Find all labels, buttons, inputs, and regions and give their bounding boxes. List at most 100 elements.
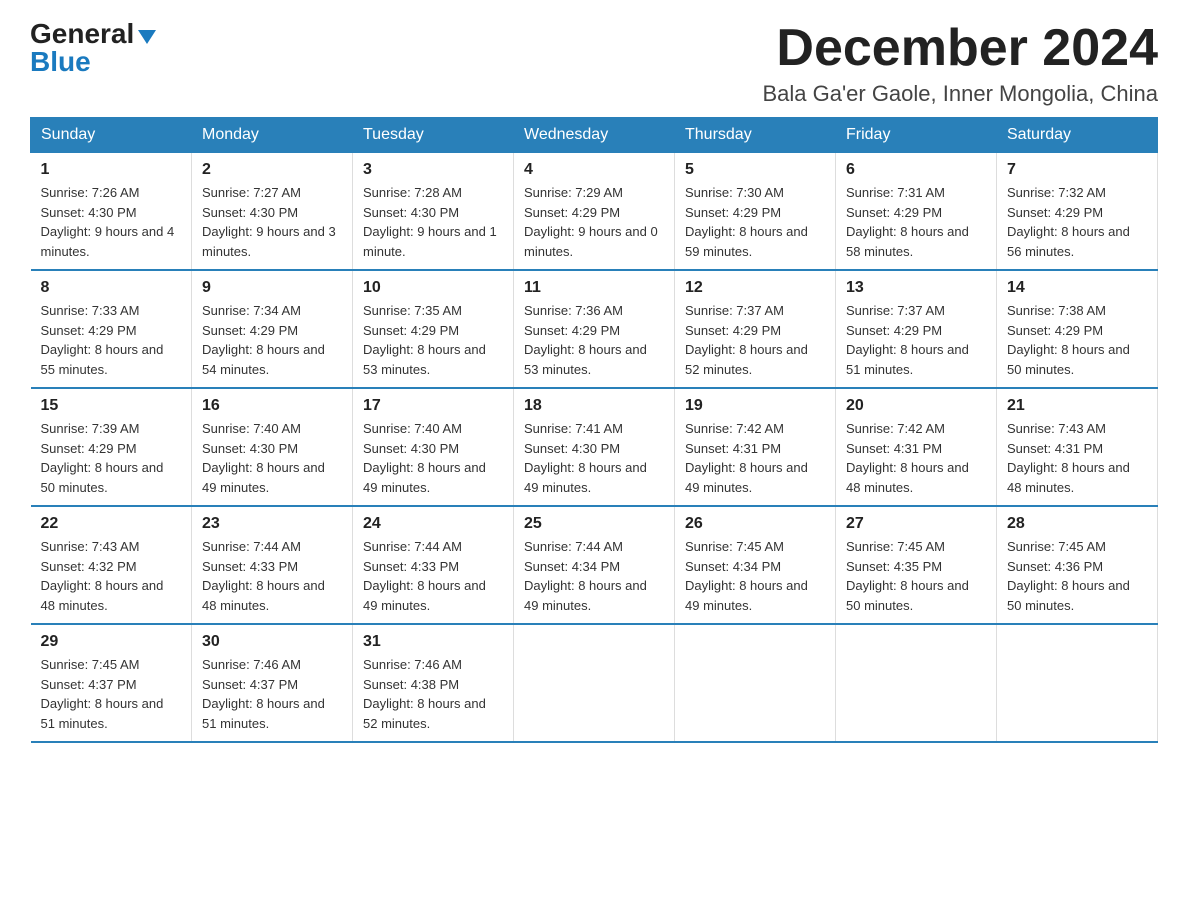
- day-number: 17: [363, 397, 503, 415]
- day-info: Sunrise: 7:37 AMSunset: 4:29 PMDaylight:…: [846, 303, 969, 377]
- day-info: Sunrise: 7:35 AMSunset: 4:29 PMDaylight:…: [363, 303, 486, 377]
- calendar-cell: 20 Sunrise: 7:42 AMSunset: 4:31 PMDayligh…: [836, 388, 997, 506]
- calendar-cell: 26 Sunrise: 7:45 AMSunset: 4:34 PMDayligh…: [675, 506, 836, 624]
- calendar-cell: 3 Sunrise: 7:28 AMSunset: 4:30 PMDaylight…: [353, 153, 514, 271]
- calendar-week-row: 22 Sunrise: 7:43 AMSunset: 4:32 PMDayligh…: [31, 506, 1158, 624]
- calendar-cell: 14 Sunrise: 7:38 AMSunset: 4:29 PMDayligh…: [997, 270, 1158, 388]
- day-number: 2: [202, 161, 342, 179]
- col-saturday: Saturday: [997, 118, 1158, 153]
- calendar-table: Sunday Monday Tuesday Wednesday Thursday…: [30, 117, 1158, 743]
- calendar-cell: 1Sunrise: 7:26 AMSunset: 4:30 PMDaylight…: [31, 153, 192, 271]
- day-info: Sunrise: 7:45 AMSunset: 4:34 PMDaylight:…: [685, 539, 808, 613]
- day-info: Sunrise: 7:44 AMSunset: 4:34 PMDaylight:…: [524, 539, 647, 613]
- day-info: Sunrise: 7:29 AMSunset: 4:29 PMDaylight:…: [524, 185, 658, 259]
- day-number: 21: [1007, 397, 1147, 415]
- day-number: 18: [524, 397, 664, 415]
- logo: General Blue: [30, 20, 156, 76]
- calendar-cell: 16Sunrise: 7:40 AMSunset: 4:30 PMDayligh…: [192, 388, 353, 506]
- day-number: 14: [1007, 279, 1147, 297]
- calendar-cell: 15 Sunrise: 7:39 AMSunset: 4:29 PMDayligh…: [31, 388, 192, 506]
- logo-triangle-icon: [138, 30, 156, 44]
- day-info: Sunrise: 7:44 AMSunset: 4:33 PMDaylight:…: [202, 539, 325, 613]
- day-info: Sunrise: 7:39 AMSunset: 4:29 PMDaylight:…: [41, 421, 164, 495]
- calendar-cell: 7Sunrise: 7:32 AMSunset: 4:29 PMDaylight…: [997, 153, 1158, 271]
- calendar-body: 1Sunrise: 7:26 AMSunset: 4:30 PMDaylight…: [31, 153, 1158, 743]
- location-subtitle: Bala Ga'er Gaole, Inner Mongolia, China: [762, 81, 1158, 107]
- calendar-cell: 28 Sunrise: 7:45 AMSunset: 4:36 PMDayligh…: [997, 506, 1158, 624]
- day-info: Sunrise: 7:38 AMSunset: 4:29 PMDaylight:…: [1007, 303, 1130, 377]
- calendar-cell: [514, 624, 675, 742]
- calendar-cell: 23 Sunrise: 7:44 AMSunset: 4:33 PMDayligh…: [192, 506, 353, 624]
- day-info: Sunrise: 7:31 AMSunset: 4:29 PMDaylight:…: [846, 185, 969, 259]
- day-number: 10: [363, 279, 503, 297]
- day-number: 26: [685, 515, 825, 533]
- calendar-header: Sunday Monday Tuesday Wednesday Thursday…: [31, 118, 1158, 153]
- day-info: Sunrise: 7:37 AMSunset: 4:29 PMDaylight:…: [685, 303, 808, 377]
- calendar-cell: 24 Sunrise: 7:44 AMSunset: 4:33 PMDayligh…: [353, 506, 514, 624]
- day-info: Sunrise: 7:40 AMSunset: 4:30 PMDaylight:…: [363, 421, 486, 495]
- day-number: 30: [202, 633, 342, 651]
- calendar-cell: 12 Sunrise: 7:37 AMSunset: 4:29 PMDayligh…: [675, 270, 836, 388]
- col-friday: Friday: [836, 118, 997, 153]
- day-info: Sunrise: 7:45 AMSunset: 4:37 PMDaylight:…: [41, 657, 164, 731]
- day-info: Sunrise: 7:43 AMSunset: 4:32 PMDaylight:…: [41, 539, 164, 613]
- day-info: Sunrise: 7:33 AMSunset: 4:29 PMDaylight:…: [41, 303, 164, 377]
- day-number: 6: [846, 161, 986, 179]
- day-number: 29: [41, 633, 182, 651]
- calendar-week-row: 8Sunrise: 7:33 AMSunset: 4:29 PMDaylight…: [31, 270, 1158, 388]
- day-info: Sunrise: 7:36 AMSunset: 4:29 PMDaylight:…: [524, 303, 647, 377]
- col-tuesday: Tuesday: [353, 118, 514, 153]
- calendar-cell: [675, 624, 836, 742]
- day-number: 13: [846, 279, 986, 297]
- day-info: Sunrise: 7:44 AMSunset: 4:33 PMDaylight:…: [363, 539, 486, 613]
- day-number: 4: [524, 161, 664, 179]
- day-info: Sunrise: 7:42 AMSunset: 4:31 PMDaylight:…: [846, 421, 969, 495]
- header-row: Sunday Monday Tuesday Wednesday Thursday…: [31, 118, 1158, 153]
- day-info: Sunrise: 7:43 AMSunset: 4:31 PMDaylight:…: [1007, 421, 1130, 495]
- calendar-cell: 22 Sunrise: 7:43 AMSunset: 4:32 PMDayligh…: [31, 506, 192, 624]
- calendar-cell: 29 Sunrise: 7:45 AMSunset: 4:37 PMDayligh…: [31, 624, 192, 742]
- day-number: 1: [41, 161, 182, 179]
- month-title: December 2024: [762, 20, 1158, 77]
- col-monday: Monday: [192, 118, 353, 153]
- day-number: 25: [524, 515, 664, 533]
- calendar-week-row: 15 Sunrise: 7:39 AMSunset: 4:29 PMDayligh…: [31, 388, 1158, 506]
- day-info: Sunrise: 7:42 AMSunset: 4:31 PMDaylight:…: [685, 421, 808, 495]
- calendar-cell: 11Sunrise: 7:36 AMSunset: 4:29 PMDayligh…: [514, 270, 675, 388]
- day-number: 12: [685, 279, 825, 297]
- calendar-cell: 9Sunrise: 7:34 AMSunset: 4:29 PMDaylight…: [192, 270, 353, 388]
- day-info: Sunrise: 7:45 AMSunset: 4:35 PMDaylight:…: [846, 539, 969, 613]
- day-number: 23: [202, 515, 342, 533]
- day-number: 27: [846, 515, 986, 533]
- calendar-cell: 18Sunrise: 7:41 AMSunset: 4:30 PMDayligh…: [514, 388, 675, 506]
- calendar-cell: 27 Sunrise: 7:45 AMSunset: 4:35 PMDayligh…: [836, 506, 997, 624]
- day-info: Sunrise: 7:34 AMSunset: 4:29 PMDaylight:…: [202, 303, 325, 377]
- calendar-cell: 10 Sunrise: 7:35 AMSunset: 4:29 PMDayligh…: [353, 270, 514, 388]
- day-info: Sunrise: 7:27 AMSunset: 4:30 PMDaylight:…: [202, 185, 336, 259]
- calendar-cell: [997, 624, 1158, 742]
- col-sunday: Sunday: [31, 118, 192, 153]
- day-number: 22: [41, 515, 182, 533]
- day-info: Sunrise: 7:40 AMSunset: 4:30 PMDaylight:…: [202, 421, 325, 495]
- calendar-cell: 31Sunrise: 7:46 AMSunset: 4:38 PMDayligh…: [353, 624, 514, 742]
- calendar-cell: 8Sunrise: 7:33 AMSunset: 4:29 PMDaylight…: [31, 270, 192, 388]
- day-number: 28: [1007, 515, 1147, 533]
- day-info: Sunrise: 7:28 AMSunset: 4:30 PMDaylight:…: [363, 185, 497, 259]
- day-number: 19: [685, 397, 825, 415]
- day-number: 24: [363, 515, 503, 533]
- day-number: 20: [846, 397, 986, 415]
- calendar-cell: 30 Sunrise: 7:46 AMSunset: 4:37 PMDayligh…: [192, 624, 353, 742]
- day-number: 15: [41, 397, 182, 415]
- calendar-cell: 2 Sunrise: 7:27 AMSunset: 4:30 PMDaylight…: [192, 153, 353, 271]
- day-info: Sunrise: 7:32 AMSunset: 4:29 PMDaylight:…: [1007, 185, 1130, 259]
- calendar-cell: 4 Sunrise: 7:29 AMSunset: 4:29 PMDaylight…: [514, 153, 675, 271]
- day-number: 5: [685, 161, 825, 179]
- day-info: Sunrise: 7:30 AMSunset: 4:29 PMDaylight:…: [685, 185, 808, 259]
- day-info: Sunrise: 7:45 AMSunset: 4:36 PMDaylight:…: [1007, 539, 1130, 613]
- logo-general-text: General: [30, 20, 134, 48]
- day-number: 3: [363, 161, 503, 179]
- page-header: General Blue December 2024 Bala Ga'er Ga…: [30, 20, 1158, 107]
- logo-blue-text: Blue: [30, 48, 91, 76]
- day-info: Sunrise: 7:46 AMSunset: 4:37 PMDaylight:…: [202, 657, 325, 731]
- calendar-week-row: 29 Sunrise: 7:45 AMSunset: 4:37 PMDayligh…: [31, 624, 1158, 742]
